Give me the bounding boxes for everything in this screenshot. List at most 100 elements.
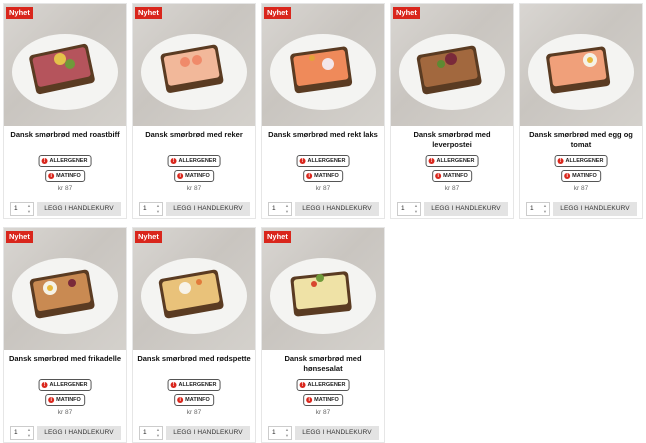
matinfo-button[interactable]: i MATINFO <box>174 394 214 406</box>
product-image[interactable] <box>133 228 255 350</box>
new-badge: Nyhet <box>264 231 291 243</box>
add-to-cart-button[interactable]: LEGG I HANDLEKURV <box>295 426 379 440</box>
allergens-button[interactable]: ! ALLERGENER <box>554 155 608 167</box>
product-title: Dansk smørbrød med reker <box>145 130 243 139</box>
quantity-input[interactable]: 1 ▲ ▼ <box>268 202 292 216</box>
info-icon: i <box>306 173 313 179</box>
sandwich-photo <box>12 34 118 110</box>
product-card: Nyhet Dansk smørbrød med rekt laks ! ALLE… <box>261 3 385 219</box>
stepper-arrows[interactable]: ▲ ▼ <box>155 427 161 439</box>
product-card: Nyhet Dansk smørbrød med leverpostei ! AL… <box>390 3 514 219</box>
product-image[interactable] <box>262 228 384 350</box>
new-badge: Nyhet <box>393 7 420 19</box>
info-icon: i <box>177 397 184 403</box>
exclamation-icon: ! <box>299 382 306 388</box>
sandwich-photo <box>141 34 247 110</box>
allergens-button[interactable]: ! ALLERGENER <box>167 155 221 167</box>
matinfo-button[interactable]: i MATINFO <box>174 170 214 182</box>
product-image[interactable] <box>520 4 642 126</box>
exclamation-icon: ! <box>41 158 48 164</box>
allergens-button[interactable]: ! ALLERGENER <box>167 379 221 391</box>
stepper-arrows[interactable]: ▲ ▼ <box>26 203 32 215</box>
allergens-button[interactable]: ! ALLERGENER <box>38 379 92 391</box>
product-image[interactable] <box>133 4 255 126</box>
add-to-cart-button[interactable]: LEGG I HANDLEKURV <box>424 202 508 216</box>
quantity-input[interactable]: 1 ▲ ▼ <box>10 426 34 440</box>
info-icon: i <box>48 397 55 403</box>
info-icon: i <box>177 173 184 179</box>
product-title: Dansk smørbrød med leverpostei <box>413 130 491 149</box>
product-price: kr 87 <box>573 185 589 192</box>
product-card: Nyhet Dansk smørbrød med reker ! ALLERGEN… <box>132 3 256 219</box>
product-title: Dansk smørbrød med egg og tomat <box>529 130 633 149</box>
exclamation-icon: ! <box>170 158 177 164</box>
matinfo-button[interactable]: i MATINFO <box>45 170 85 182</box>
exclamation-icon: ! <box>299 158 306 164</box>
quantity-input[interactable]: 1 ▲ ▼ <box>139 202 163 216</box>
info-icon: i <box>48 173 55 179</box>
product-image[interactable] <box>4 228 126 350</box>
stepper-arrows[interactable]: ▲ ▼ <box>26 427 32 439</box>
quantity-input[interactable]: 1 ▲ ▼ <box>139 426 163 440</box>
product-price: kr 87 <box>57 185 73 192</box>
sandwich-photo <box>141 258 247 334</box>
matinfo-button[interactable]: i MATINFO <box>303 170 343 182</box>
sandwich-photo <box>270 34 376 110</box>
exclamation-icon: ! <box>428 158 435 164</box>
product-title: Dansk smørbrød med rødspette <box>137 354 251 363</box>
add-to-cart-button[interactable]: LEGG I HANDLEKURV <box>166 202 250 216</box>
sandwich-photo <box>12 258 118 334</box>
new-badge: Nyhet <box>264 7 291 19</box>
product-price: kr 87 <box>186 409 202 416</box>
quantity-input[interactable]: 1 ▲ ▼ <box>526 202 550 216</box>
info-icon: i <box>306 397 313 403</box>
stepper-arrows[interactable]: ▲ ▼ <box>413 203 419 215</box>
add-to-cart-button[interactable]: LEGG I HANDLEKURV <box>553 202 637 216</box>
stepper-arrows[interactable]: ▲ ▼ <box>284 203 290 215</box>
product-card: Nyhet Dansk smørbrød med hønsesalat ! ALL… <box>261 227 385 443</box>
info-icon: i <box>564 173 571 179</box>
product-price: kr 87 <box>444 185 460 192</box>
matinfo-button[interactable]: i MATINFO <box>303 394 343 406</box>
product-image[interactable] <box>4 4 126 126</box>
allergens-button[interactable]: ! ALLERGENER <box>425 155 479 167</box>
info-icon: i <box>435 173 442 179</box>
exclamation-icon: ! <box>41 382 48 388</box>
product-title: Dansk smørbrød med roastbiff <box>10 130 120 139</box>
product-image[interactable] <box>262 4 384 126</box>
quantity-input[interactable]: 1 ▲ ▼ <box>10 202 34 216</box>
add-to-cart-button[interactable]: LEGG I HANDLEKURV <box>37 426 121 440</box>
new-badge: Nyhet <box>6 7 33 19</box>
product-price: kr 87 <box>57 409 73 416</box>
product-card: Nyhet Dansk smørbrød med rødspette ! ALLE… <box>132 227 256 443</box>
product-card: Nyhet Dansk smørbrød med roastbiff ! ALLE… <box>3 3 127 219</box>
sandwich-photo <box>270 258 376 334</box>
allergens-button[interactable]: ! ALLERGENER <box>296 155 350 167</box>
product-image[interactable] <box>391 4 513 126</box>
new-badge: Nyhet <box>6 231 33 243</box>
product-price: kr 87 <box>315 185 331 192</box>
exclamation-icon: ! <box>557 158 564 164</box>
add-to-cart-button[interactable]: LEGG I HANDLEKURV <box>166 426 250 440</box>
stepper-arrows[interactable]: ▲ ▼ <box>542 203 548 215</box>
allergens-button[interactable]: ! ALLERGENER <box>38 155 92 167</box>
product-title: Dansk smørbrød med hønsesalat <box>284 354 362 373</box>
stepper-arrows[interactable]: ▲ ▼ <box>284 427 290 439</box>
allergens-button[interactable]: ! ALLERGENER <box>296 379 350 391</box>
product-card: Nyhet Dansk smørbrød med frikadelle ! ALL… <box>3 227 127 443</box>
exclamation-icon: ! <box>170 382 177 388</box>
product-card: Dansk smørbrød med egg og tomat ! ALLERGE… <box>519 3 643 219</box>
product-title: Dansk smørbrød med frikadelle <box>8 354 122 363</box>
sandwich-photo <box>399 34 505 110</box>
add-to-cart-button[interactable]: LEGG I HANDLEKURV <box>37 202 121 216</box>
new-badge: Nyhet <box>135 231 162 243</box>
matinfo-button[interactable]: i MATINFO <box>45 394 85 406</box>
matinfo-button[interactable]: i MATINFO <box>432 170 472 182</box>
add-to-cart-button[interactable]: LEGG I HANDLEKURV <box>295 202 379 216</box>
quantity-input[interactable]: 1 ▲ ▼ <box>397 202 421 216</box>
product-title: Dansk smørbrød med rekt laks <box>268 130 378 139</box>
quantity-input[interactable]: 1 ▲ ▼ <box>268 426 292 440</box>
matinfo-button[interactable]: i MATINFO <box>561 170 601 182</box>
product-price: kr 87 <box>315 409 331 416</box>
stepper-arrows[interactable]: ▲ ▼ <box>155 203 161 215</box>
